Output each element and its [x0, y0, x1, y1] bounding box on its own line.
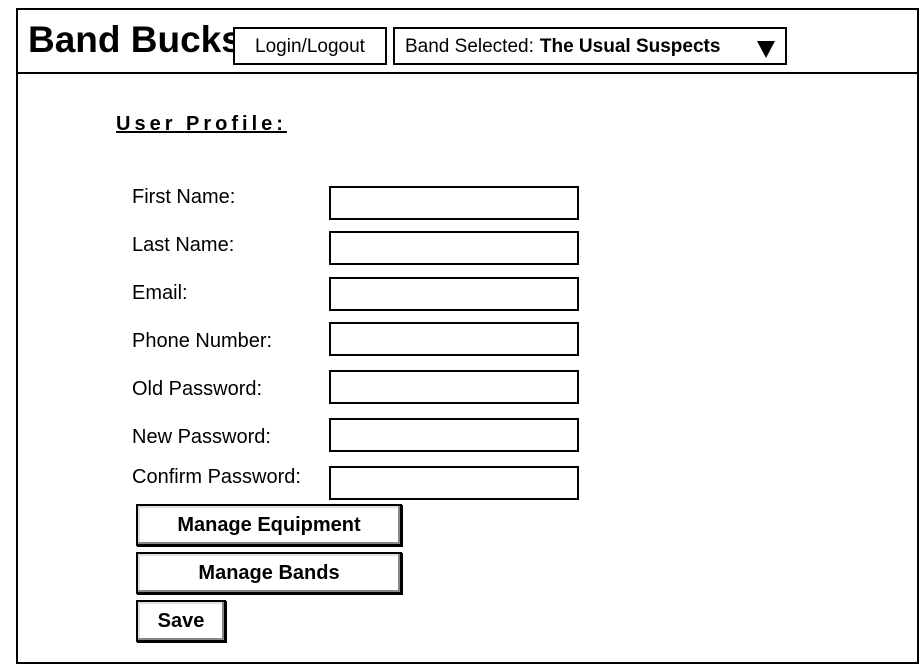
last-name-field[interactable]: [329, 231, 579, 265]
phone-number-label: Phone Number:: [132, 330, 273, 352]
app-window: Band Bucks Login/Logout Band Selected: Th…: [16, 8, 919, 664]
email-label: Email:: [132, 282, 188, 304]
dropdown-arrow-icon[interactable]: [757, 41, 775, 58]
first-name-field[interactable]: [329, 186, 579, 220]
manage-equipment-button[interactable]: Manage Equipment: [136, 504, 402, 546]
manage-bands-button[interactable]: Manage Bands: [136, 552, 402, 594]
band-selected-value: The Usual Suspects: [539, 36, 721, 57]
confirm-password-field[interactable]: [329, 466, 579, 500]
confirm-password-label: Confirm Password:: [132, 466, 301, 488]
new-password-label: New Password:: [132, 426, 271, 448]
old-password-label: Old Password:: [132, 378, 263, 400]
header-bar: Band Bucks Login/Logout Band Selected: Th…: [18, 10, 917, 74]
section-title: User Profile:: [116, 113, 287, 135]
save-button[interactable]: Save: [136, 600, 226, 642]
email-field[interactable]: [329, 277, 579, 311]
phone-number-field[interactable]: [329, 322, 579, 356]
first-name-label: First Name:: [132, 186, 236, 208]
band-selector-dropdown[interactable]: Band Selected: The Usual Suspects: [394, 28, 786, 64]
app-title: Band Bucks: [28, 19, 242, 60]
band-selected-label: Band Selected:: [405, 36, 534, 57]
login-logout-button[interactable]: Login/Logout: [234, 28, 386, 64]
last-name-label: Last Name:: [132, 234, 235, 256]
old-password-field[interactable]: [329, 370, 579, 404]
new-password-field[interactable]: [329, 418, 579, 452]
